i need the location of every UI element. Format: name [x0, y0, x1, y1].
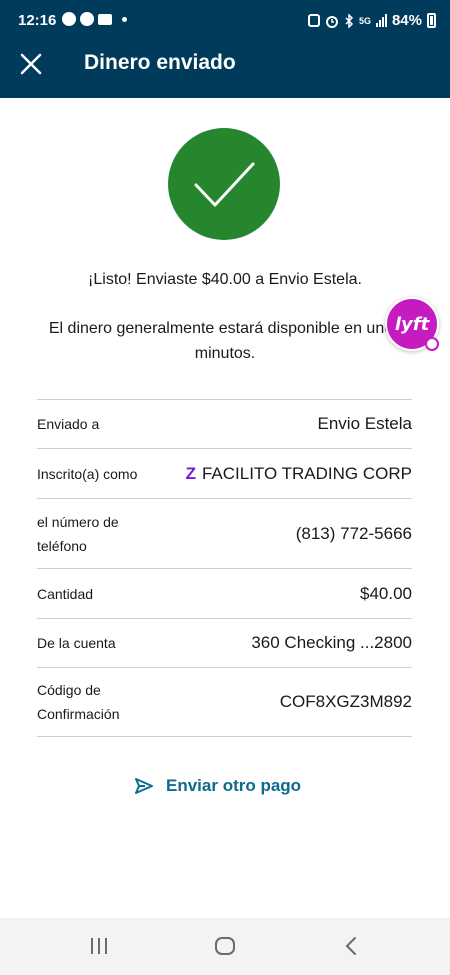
success-indicator: [168, 128, 280, 240]
detail-value: COF8XGZ3M892: [279, 692, 412, 711]
detail-row-account: De la cuenta 360 Checking ...2800: [37, 618, 412, 667]
send-another-payment-button[interactable]: Enviar otro pago: [134, 776, 301, 796]
detail-value: FACILITO TRADING CORP: [201, 463, 412, 483]
detail-row-amount: Cantidad $40.00: [37, 568, 412, 618]
network-type: 5G: [358, 15, 371, 26]
success-message: ¡Listo! Enviaste $40.00 a Envio Estela.: [88, 271, 362, 288]
detail-label: Código de Confirmación: [37, 682, 120, 722]
detail-value: $40.00: [360, 583, 412, 603]
back-button[interactable]: [342, 936, 362, 961]
detail-row-enrolled-as: Inscrito(a) como Z FACILITO TRADING CORP: [37, 448, 412, 498]
page-title: Dinero enviado: [84, 51, 236, 74]
home-button[interactable]: [214, 936, 236, 961]
home-icon: [215, 937, 235, 955]
system-nav-bar: [0, 918, 450, 975]
detail-value: (813) 772-5666: [295, 523, 412, 543]
close-button[interactable]: [14, 50, 48, 80]
zelle-icon: Z: [185, 463, 196, 483]
detail-row-confirmation: Código de Confirmación COF8XGZ3M892: [37, 667, 412, 737]
bluetooth-icon: [345, 13, 354, 28]
transfer-details: Enviado a Envio Estela Inscrito(a) como …: [37, 399, 412, 737]
recent-apps-icon: [91, 938, 107, 954]
detail-label: Inscrito(a) como: [37, 465, 138, 482]
detail-value: Envio Estela: [317, 414, 413, 433]
back-icon: [345, 937, 356, 955]
send-icon: [135, 778, 153, 794]
battery-icon: [427, 13, 436, 28]
detail-value: 360 Checking ...2800: [251, 633, 412, 652]
status-time: 12:16: [18, 12, 57, 29]
lyft-logo-icon: lyft: [394, 313, 430, 335]
send-another-payment-label: Enviar otro pago: [166, 776, 302, 795]
detail-label: De la cuenta: [37, 635, 116, 651]
alarm-icon: [325, 15, 338, 28]
detail-label: Cantidad: [37, 585, 94, 602]
notification-icons: [62, 12, 127, 26]
notification-app-icon: [80, 12, 94, 26]
detail-value-container: Z FACILITO TRADING CORP: [186, 464, 412, 484]
lyft-badge-icon: [425, 337, 439, 351]
detail-label: Enviado a: [37, 416, 100, 432]
checkmark-icon: [194, 162, 255, 207]
lyft-chat-bubble[interactable]: lyft: [385, 297, 439, 351]
detail-row-recipient: Enviado a Envio Estela: [37, 399, 412, 448]
availability-message: El dinero generalmente estará disponible…: [48, 320, 402, 362]
signal-icon: [375, 14, 387, 27]
status-bar: 12:16 5G 84%: [0, 0, 450, 42]
detail-row-phone: el número de teléfono (813) 772-5666: [37, 498, 412, 568]
detail-label: el número de teléfono: [37, 513, 119, 554]
close-icon: [20, 53, 42, 75]
status-right-group: 5G 84%: [307, 12, 436, 29]
notification-app-icon: [62, 12, 76, 26]
app-header: 12:16 5G 84% Dinero enviado: [0, 0, 450, 98]
battery-saver-icon: [307, 14, 320, 27]
recent-apps-button[interactable]: [88, 936, 110, 961]
more-notifications-dot: [122, 16, 127, 22]
battery-percent: 84%: [391, 12, 422, 29]
notification-message-icon: [98, 13, 112, 25]
